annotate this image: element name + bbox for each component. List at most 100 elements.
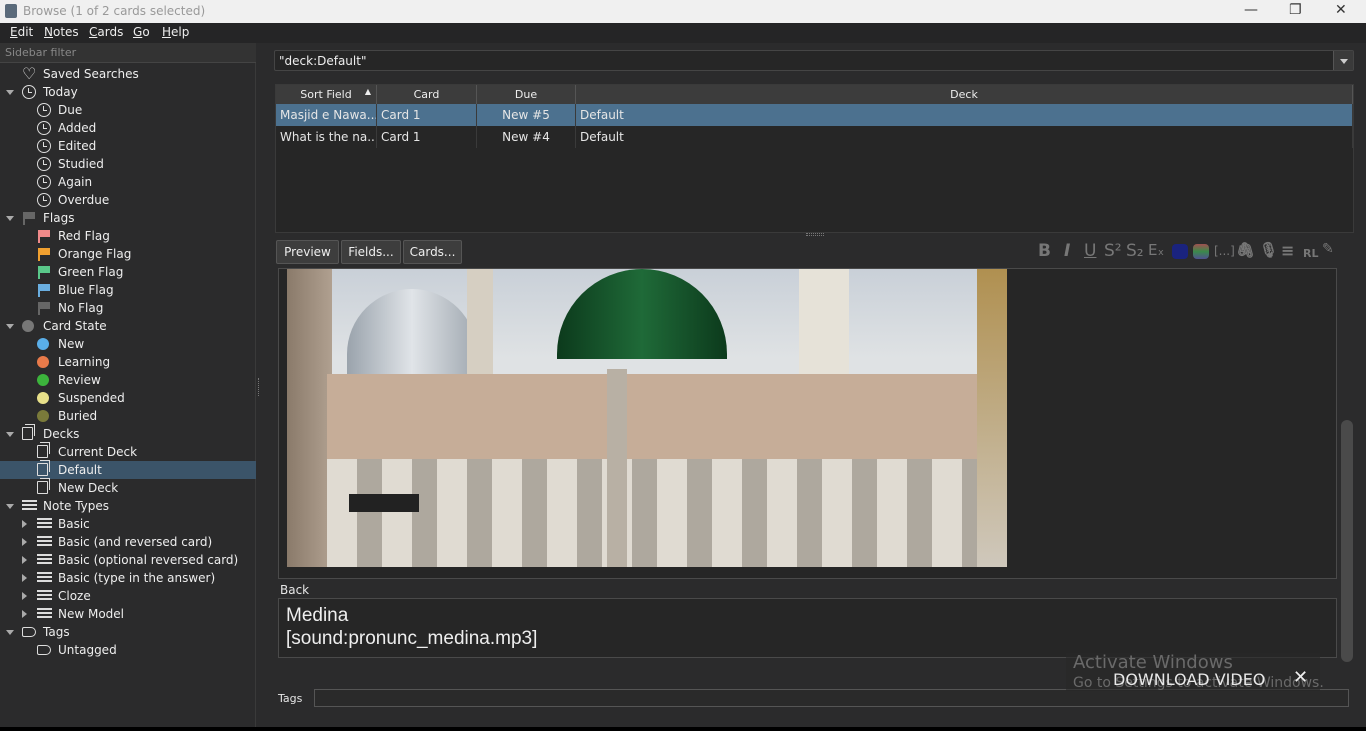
sidebar-item-label: Tags [43, 625, 70, 639]
html-editor-icon[interactable]: ✎ [1322, 241, 1334, 257]
sidebar-item-untagged[interactable]: Untagged [0, 641, 256, 659]
sidebar-item-added[interactable]: Added [0, 119, 256, 137]
sidebar-item-saved-searches[interactable]: ♡ Saved Searches [0, 64, 256, 83]
clear-formatting-icon[interactable]: Eₓ [1148, 241, 1164, 259]
close-download-overlay-icon[interactable]: ✕ [1293, 667, 1308, 688]
expand-arrow-down-icon[interactable] [6, 504, 14, 509]
rtl-icon[interactable]: RL [1303, 247, 1318, 260]
table-editor-splitter-handle[interactable] [806, 233, 824, 236]
more-menu-icon[interactable]: ≡ [1281, 241, 1294, 260]
sidebar-item-label: Learning [58, 355, 111, 369]
sidebar-item-basic[interactable]: Basic [0, 515, 256, 533]
expand-arrow-down-icon[interactable] [6, 432, 14, 437]
sidebar-item-flags[interactable]: Flags [0, 209, 256, 227]
expand-arrow-down-icon[interactable] [6, 324, 14, 329]
flag-icon [37, 265, 51, 279]
menu-notes[interactable]: Notes [44, 25, 79, 39]
expand-arrow-right-icon[interactable] [22, 574, 27, 582]
text-color-icon[interactable] [1172, 244, 1188, 259]
sidebar-item-buried[interactable]: Buried [0, 407, 256, 425]
sidebar-item-basic-type-in-the-answer[interactable]: Basic (type in the answer) [0, 569, 256, 587]
sidebar-splitter-handle[interactable] [258, 378, 261, 396]
restore-button[interactable]: ❐ [1289, 2, 1302, 18]
cloze-icon[interactable]: [...] [1214, 244, 1235, 258]
expand-arrow-right-icon[interactable] [22, 610, 27, 618]
sidebar-item-tags[interactable]: Tags [0, 623, 256, 641]
column-header-due[interactable]: Due [477, 85, 576, 104]
sidebar-item-today[interactable]: Today [0, 83, 256, 101]
menu-cards[interactable]: Cards [89, 25, 123, 39]
back-field-editor[interactable]: Medina [sound:pronunc_medina.mp3] [278, 598, 1337, 658]
attach-paperclip-icon[interactable]: 🖇 [1236, 241, 1255, 259]
sidebar-item-default[interactable]: Default [0, 460, 256, 479]
expand-arrow-right-icon[interactable] [22, 556, 27, 564]
cards-button[interactable]: Cards... [403, 240, 462, 264]
tag-icon [22, 627, 36, 637]
tags-input[interactable] [314, 689, 1349, 707]
sidebar-filter-input[interactable]: Sidebar filter [0, 43, 256, 63]
sidebar-item-due[interactable]: Due [0, 101, 256, 119]
expand-arrow-right-icon[interactable] [22, 520, 27, 528]
sidebar-item-overdue[interactable]: Overdue [0, 191, 256, 209]
sidebar-item-label: Card State [43, 319, 107, 333]
sidebar-item-again[interactable]: Again [0, 173, 256, 191]
expand-arrow-right-icon[interactable] [22, 538, 27, 546]
underline-icon[interactable]: U [1084, 241, 1096, 261]
sidebar-item-no-flag[interactable]: No Flag [0, 299, 256, 317]
sidebar-item-suspended[interactable]: Suspended [0, 389, 256, 407]
sidebar-item-edited[interactable]: Edited [0, 137, 256, 155]
expand-arrow-down-icon[interactable] [6, 90, 14, 95]
sidebar-item-label: Due [58, 103, 83, 117]
tags-label: Tags [278, 692, 303, 705]
change-color-icon[interactable] [1193, 244, 1209, 259]
deck-icon [37, 478, 50, 494]
expand-arrow-down-icon[interactable] [6, 216, 14, 221]
sidebar-item-new-deck[interactable]: New Deck [0, 478, 256, 497]
expand-arrow-down-icon[interactable] [6, 630, 14, 635]
sidebar-item-studied[interactable]: Studied [0, 155, 256, 173]
sidebar-item-new[interactable]: New [0, 335, 256, 353]
sidebar-item-label: Red Flag [58, 229, 110, 243]
menu-edit[interactable]: Edit [10, 25, 33, 39]
column-header-sort-field[interactable]: Sort Field ▲ [276, 85, 377, 104]
subscript-icon[interactable]: S₂ [1126, 241, 1144, 261]
sidebar-item-learning[interactable]: Learning [0, 353, 256, 371]
menu-go[interactable]: Go [133, 25, 150, 39]
front-field-editor[interactable] [278, 268, 1337, 579]
expand-arrow-right-icon[interactable] [22, 592, 27, 600]
sidebar-item-orange-flag[interactable]: Orange Flag [0, 245, 256, 263]
fields-button[interactable]: Fields... [341, 240, 401, 264]
sidebar: Sidebar filter ♡ Saved Searches Today Due Ad… [0, 43, 256, 731]
search-history-dropdown[interactable] [1333, 51, 1353, 70]
download-video-button[interactable]: DOWNLOAD VIDEO [1113, 670, 1265, 689]
table-row[interactable]: What is the na... Card 1 New #4 Default [276, 126, 1353, 148]
sidebar-item-current-deck[interactable]: Current Deck [0, 442, 256, 461]
sidebar-item-cloze[interactable]: Cloze [0, 587, 256, 605]
superscript-icon[interactable]: S² [1104, 241, 1122, 261]
minimize-button[interactable]: — [1244, 2, 1258, 18]
menu-help[interactable]: Help [162, 25, 189, 39]
preview-button[interactable]: Preview [276, 240, 339, 264]
record-audio-microphone-icon[interactable]: 🎙 [1259, 241, 1278, 259]
sidebar-item-green-flag[interactable]: Green Flag [0, 263, 256, 281]
sidebar-item-basic-optional-reversed-card[interactable]: Basic (optional reversed card) [0, 551, 256, 569]
cell-deck: Default [576, 126, 1353, 148]
sidebar-item-new-model[interactable]: New Model [0, 605, 256, 623]
search-input[interactable]: "deck:Default" [274, 50, 1354, 71]
sidebar-item-red-flag[interactable]: Red Flag [0, 227, 256, 245]
sidebar-item-basic-and-reversed-card[interactable]: Basic (and reversed card) [0, 533, 256, 551]
column-header-card[interactable]: Card [377, 85, 477, 104]
sidebar-item-decks[interactable]: Decks [0, 424, 256, 443]
sidebar-item-review[interactable]: Review [0, 371, 256, 389]
sidebar-item-blue-flag[interactable]: Blue Flag [0, 281, 256, 299]
editor-scrollbar[interactable] [1341, 420, 1353, 662]
column-header-deck[interactable]: Deck [576, 85, 1353, 104]
close-window-button[interactable]: ✕ [1335, 2, 1347, 18]
italic-icon[interactable]: I [1064, 241, 1070, 261]
sidebar-item-label: Studied [58, 157, 104, 171]
sidebar-item-note-types[interactable]: Note Types [0, 497, 256, 515]
deck-icon [37, 442, 50, 458]
sidebar-item-card-state[interactable]: Card State [0, 317, 256, 335]
bold-icon[interactable]: B [1038, 241, 1051, 261]
table-row[interactable]: Masjid e Nawa... Card 1 New #5 Default [276, 104, 1353, 126]
